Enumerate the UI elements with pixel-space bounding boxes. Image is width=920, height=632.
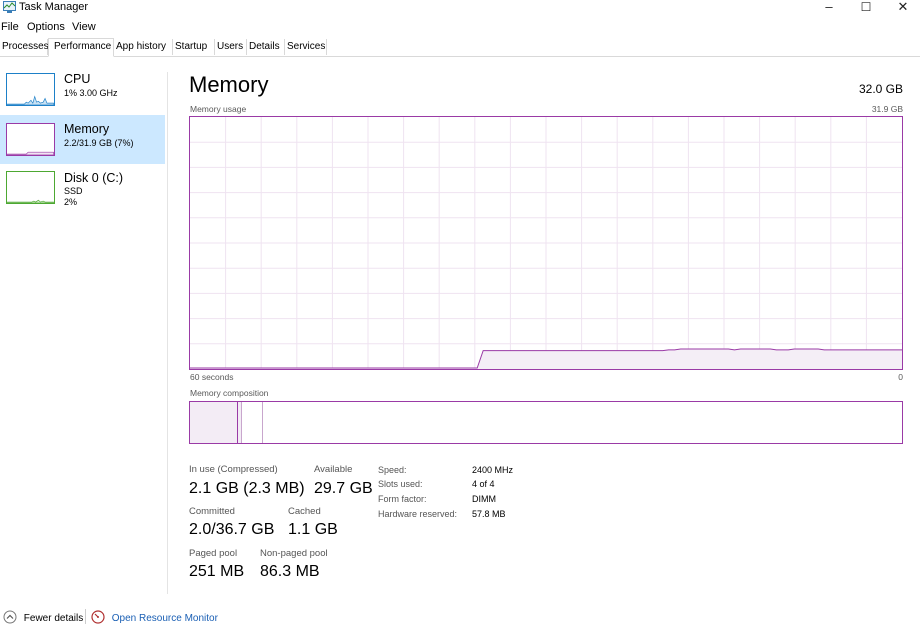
total-memory: 32.0 GB	[858, 82, 903, 96]
available-value: 29.7 GB	[314, 480, 373, 497]
slots-used-value: 4 of 4	[472, 479, 495, 489]
sidebar-item-cpu[interactable]: CPU 1% 3.00 GHz	[0, 70, 165, 118]
menu-view[interactable]: View	[72, 21, 96, 33]
slots-used-label: Slots used:	[378, 479, 423, 489]
open-resource-monitor-link[interactable]: Open Resource Monitor	[91, 610, 218, 624]
task-manager-icon	[3, 1, 16, 13]
hardware-reserved-value: 57.8 MB	[472, 509, 506, 519]
tab-strip: Processes Performance App history Startu…	[0, 38, 920, 57]
disk-usage-summary: 2%	[64, 197, 78, 207]
disk-type: SSD	[64, 186, 83, 196]
sidebar-item-label: CPU	[64, 72, 91, 86]
cached-value: 1.1 GB	[288, 521, 338, 538]
memory-usage-graph	[189, 116, 903, 370]
in-use-label: In use (Compressed)	[189, 464, 278, 475]
committed-value: 2.0/36.7 GB	[189, 521, 275, 538]
memory-usage-summary: 2.2/31.9 GB (7%)	[64, 138, 134, 148]
memory-thumbnail-graph	[6, 123, 55, 156]
speed-label: Speed:	[378, 465, 407, 475]
fewer-details-button[interactable]: Fewer details	[3, 610, 83, 624]
non-paged-pool-label: Non-paged pool	[260, 548, 328, 559]
graph-label: Memory usage	[190, 104, 247, 114]
tab-performance[interactable]: Performance	[48, 38, 114, 57]
graph-x-right-label: 0	[898, 372, 903, 382]
graph-max-label: 31.9 GB	[871, 104, 903, 114]
hardware-reserved-label: Hardware reserved:	[378, 509, 458, 519]
tab-details[interactable]: Details	[247, 39, 285, 55]
memory-composition-bar	[189, 401, 903, 444]
in-use-value: 2.1 GB (2.3 MB)	[189, 480, 305, 497]
menu-options[interactable]: Options	[27, 21, 65, 33]
footer-bar: Fewer details Open Resource Monitor	[0, 606, 920, 628]
cpu-usage-summary: 1% 3.00 GHz	[64, 88, 118, 98]
form-factor-value: DIMM	[472, 494, 496, 504]
sidebar-item-label: Disk 0 (C:)	[64, 171, 124, 185]
page-title: Memory	[189, 72, 269, 97]
graph-x-left-label: 60 seconds	[190, 372, 234, 382]
committed-label: Committed	[189, 506, 235, 517]
panel-divider	[167, 72, 168, 594]
non-paged-pool-value: 86.3 MB	[260, 563, 320, 580]
cpu-thumbnail-graph	[6, 73, 55, 106]
composition-in-use[interactable]	[190, 402, 238, 443]
tab-services[interactable]: Services	[285, 39, 327, 55]
menu-file[interactable]: File	[1, 21, 19, 33]
fewer-details-label: Fewer details	[23, 613, 84, 624]
cached-label: Cached	[288, 506, 321, 517]
tab-startup[interactable]: Startup	[173, 39, 215, 55]
chevron-up-icon	[3, 610, 17, 624]
sidebar-item-disk[interactable]: Disk 0 (C:) SSD 2%	[0, 166, 165, 214]
sidebar-item-memory[interactable]: Memory 2.2/31.9 GB (7%)	[0, 115, 165, 164]
speed-value: 2400 MHz	[472, 465, 514, 475]
tab-users[interactable]: Users	[215, 39, 247, 55]
available-label: Available	[314, 464, 353, 475]
composition-standby[interactable]	[242, 402, 263, 443]
maximize-button[interactable]: ☐	[853, 0, 879, 14]
minimize-button[interactable]: –	[816, 0, 842, 14]
tab-app-history[interactable]: App history	[114, 39, 173, 55]
sidebar-item-label: Memory	[64, 122, 110, 136]
open-resource-monitor-label: Open Resource Monitor	[111, 613, 218, 624]
form-factor-label: Form factor:	[378, 494, 427, 504]
composition-label: Memory composition	[190, 388, 269, 398]
disk-thumbnail-graph	[6, 171, 55, 204]
footer-separator	[85, 609, 86, 624]
title-bar: Task Manager – ☐ ✕	[0, 0, 920, 16]
paged-pool-label: Paged pool	[189, 548, 238, 559]
window-title: Task Manager	[19, 1, 89, 13]
paged-pool-value: 251 MB	[189, 563, 245, 580]
graph-grid	[190, 117, 902, 369]
resource-monitor-icon	[91, 610, 105, 624]
tab-processes[interactable]: Processes	[0, 39, 49, 55]
close-button[interactable]: ✕	[890, 0, 916, 14]
memory-usage-chart	[190, 117, 902, 369]
